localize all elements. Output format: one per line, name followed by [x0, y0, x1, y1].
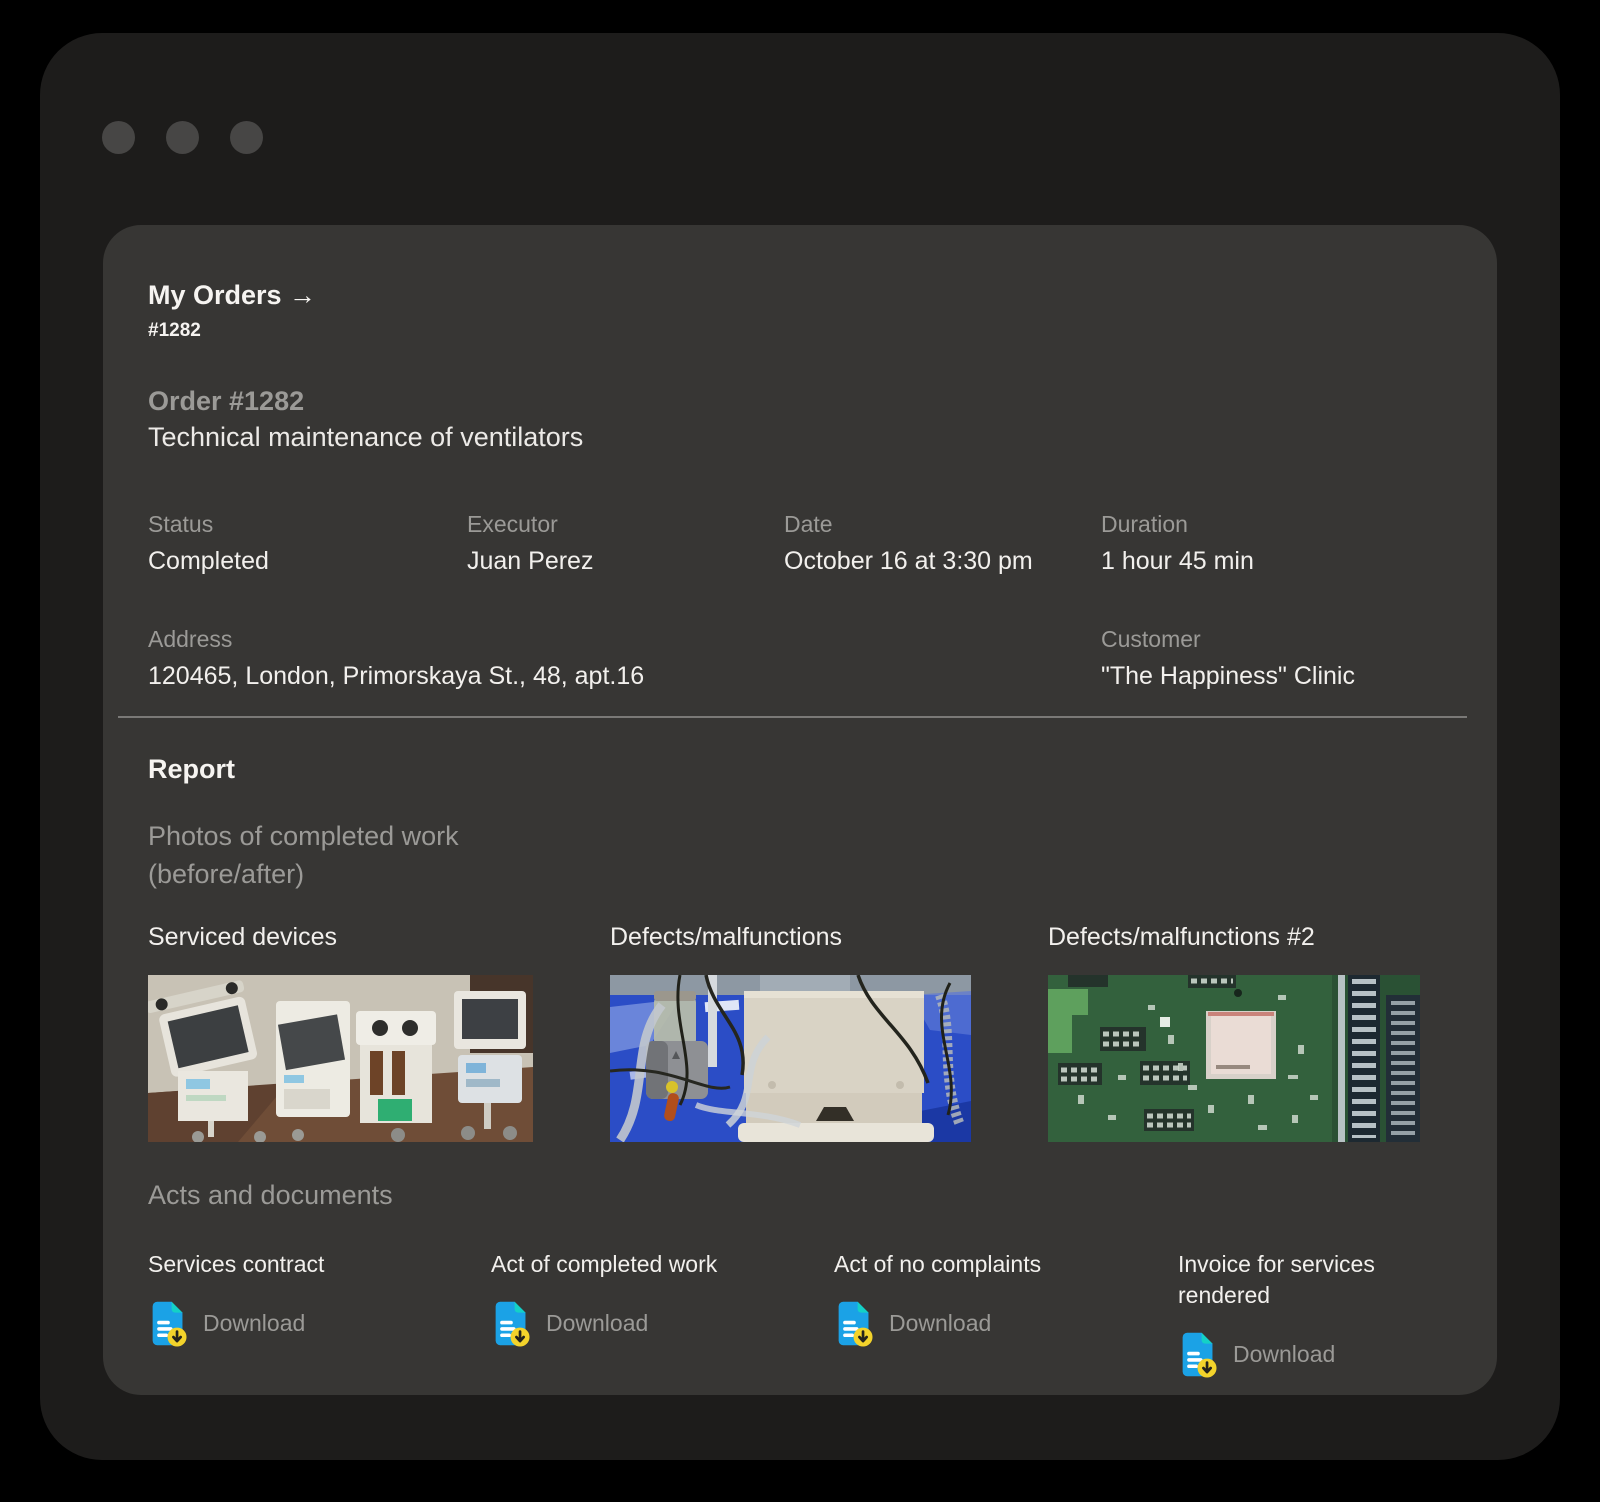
photos-note: Photos of completed work (before/after) [148, 817, 1452, 893]
field-date: Date October 16 at 3:30 pm [784, 511, 1101, 576]
field-label: Executor [467, 511, 784, 538]
breadcrumb-order-ref: #1282 [148, 320, 1452, 342]
photos-row: Serviced devices [148, 923, 1452, 1142]
download-label: Download [546, 1310, 648, 1337]
photo-caption: Defects/malfunctions #2 [1048, 923, 1420, 952]
document-title: Act of no complaints [834, 1249, 1074, 1280]
report-heading: Report [148, 754, 1452, 785]
field-value: "The Happiness" Clinic [1101, 662, 1452, 691]
field-customer: Customer "The Happiness" Clinic [1101, 626, 1452, 691]
photo-column: Defects/malfunctions #2 [1048, 923, 1420, 1142]
document-download-icon [491, 1300, 531, 1347]
field-label: Date [784, 511, 1101, 538]
download-button[interactable]: Download [491, 1300, 648, 1347]
download-button[interactable]: Download [148, 1300, 305, 1347]
field-label: Customer [1101, 626, 1452, 653]
download-button[interactable]: Download [834, 1300, 991, 1347]
download-label: Download [889, 1310, 991, 1337]
photos-note-line-2: (before/after) [148, 855, 1452, 893]
document-title: Services contract [148, 1249, 388, 1280]
photo-serviced-devices[interactable] [148, 975, 533, 1142]
field-address: Address 120465, London, Primorskaya St.,… [148, 626, 1101, 691]
photo-defects-malfunctions[interactable] [610, 975, 971, 1142]
document-title: Act of completed work [491, 1249, 731, 1280]
order-card: My Orders → #1282 Order #1282 Technical … [103, 225, 1497, 1395]
field-value: October 16 at 3:30 pm [784, 547, 1101, 576]
download-label: Download [203, 1310, 305, 1337]
download-button[interactable]: Download [1178, 1331, 1335, 1378]
window-dot-icon[interactable] [166, 121, 199, 154]
photos-note-line-1: Photos of completed work [148, 817, 1452, 855]
field-value: 1 hour 45 min [1101, 547, 1452, 576]
window-dot-icon[interactable] [230, 121, 263, 154]
browser-window: My Orders → #1282 Order #1282 Technical … [40, 33, 1560, 1460]
order-subtitle: Technical maintenance of ventilators [148, 422, 1452, 453]
field-value: 120465, London, Primorskaya St., 48, apt… [148, 662, 1101, 691]
photo-column: Defects/malfunctions [610, 923, 971, 1142]
order-fields-row-1: Status Completed Executor Juan Perez Dat… [148, 511, 1452, 576]
order-fields-row-2: Address 120465, London, Primorskaya St.,… [148, 626, 1452, 691]
document-download-icon [1178, 1331, 1218, 1378]
document-invoice-for-services: Invoice for services rendered Download [1178, 1249, 1452, 1378]
field-value: Juan Perez [467, 547, 784, 576]
photo-column: Serviced devices [148, 923, 533, 1142]
photo-caption: Serviced devices [148, 923, 533, 952]
document-act-of-completed-work: Act of completed work Download [491, 1249, 834, 1378]
download-label: Download [1233, 1341, 1335, 1368]
photo-caption: Defects/malfunctions [610, 923, 971, 952]
breadcrumb-my-orders[interactable]: My Orders → [148, 280, 316, 311]
documents-heading: Acts and documents [148, 1180, 1452, 1211]
field-status: Status Completed [148, 511, 467, 576]
field-value: Completed [148, 547, 467, 576]
field-duration: Duration 1 hour 45 min [1101, 511, 1452, 576]
document-download-icon [834, 1300, 874, 1347]
section-divider [118, 716, 1467, 718]
document-services-contract: Services contract Download [148, 1249, 491, 1378]
order-title: Order #1282 [148, 386, 1452, 417]
document-title: Invoice for services rendered [1178, 1249, 1418, 1311]
documents-row: Services contract Download Act of co [148, 1249, 1452, 1378]
field-label: Duration [1101, 511, 1452, 538]
window-dot-icon[interactable] [102, 121, 135, 154]
field-label: Address [148, 626, 1101, 653]
photo-defects-malfunctions-2[interactable] [1048, 975, 1420, 1142]
field-label: Status [148, 511, 467, 538]
field-executor: Executor Juan Perez [467, 511, 784, 576]
document-act-of-no-complaints: Act of no complaints Download [834, 1249, 1178, 1378]
window-controls [102, 121, 263, 154]
document-download-icon [148, 1300, 188, 1347]
